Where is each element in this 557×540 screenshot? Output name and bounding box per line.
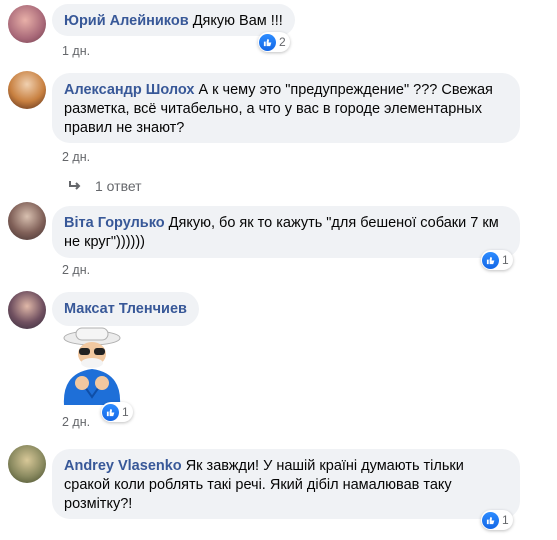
comment-bubble: Andrey Vlasenko Як завжди! У нашій країн… <box>52 449 520 519</box>
avatar[interactable] <box>8 291 46 329</box>
avatar[interactable] <box>8 202 46 240</box>
reply-arrow-icon <box>68 178 81 194</box>
reaction-number: 2 <box>279 35 286 49</box>
reaction-count[interactable]: 1 <box>481 250 513 270</box>
comment-time[interactable]: 2 дн. <box>62 150 90 164</box>
sticker-image <box>52 325 132 405</box>
comment-bubble: Александр Шолох А к чему это "предупрежд… <box>52 73 520 143</box>
reaction-number: 1 <box>122 405 129 419</box>
reaction-count[interactable]: 2 <box>258 32 290 52</box>
comment-bubble: Максат Тленчиев <box>52 292 199 326</box>
like-icon <box>482 511 499 529</box>
like-icon <box>259 33 276 51</box>
reaction-number: 1 <box>502 513 509 527</box>
comment-time[interactable]: 2 дн. <box>62 415 90 429</box>
comment-text: Дякую Вам !!! <box>192 13 283 29</box>
avatar[interactable] <box>8 445 46 483</box>
comment-author[interactable]: Юрий Алейников <box>64 13 189 29</box>
comment-author[interactable]: Александр Шолох <box>64 82 194 98</box>
reaction-count[interactable]: 1 <box>101 402 133 422</box>
comment-bubble: Юрий Алейников Дякую Вам !!! <box>52 4 295 36</box>
comment-author[interactable]: Andrey Vlasenko <box>64 458 182 474</box>
avatar[interactable] <box>8 71 46 109</box>
comment-bubble: Віта Горулько Дякую, бо як то кажуть "дл… <box>52 206 520 258</box>
reaction-count[interactable]: 1 <box>481 510 513 530</box>
comment-author[interactable]: Максат Тленчиев <box>64 301 187 317</box>
comment-author[interactable]: Віта Горулько <box>64 215 165 231</box>
avatar[interactable] <box>8 5 46 43</box>
comment-time[interactable]: 2 дн. <box>62 263 90 277</box>
like-icon <box>482 251 499 269</box>
replies-label: 1 ответ <box>95 178 142 194</box>
comment-time[interactable]: 1 дн. <box>62 44 90 58</box>
reaction-number: 1 <box>502 253 509 267</box>
view-replies-link[interactable]: 1 ответ <box>68 178 142 194</box>
like-icon <box>102 403 119 421</box>
